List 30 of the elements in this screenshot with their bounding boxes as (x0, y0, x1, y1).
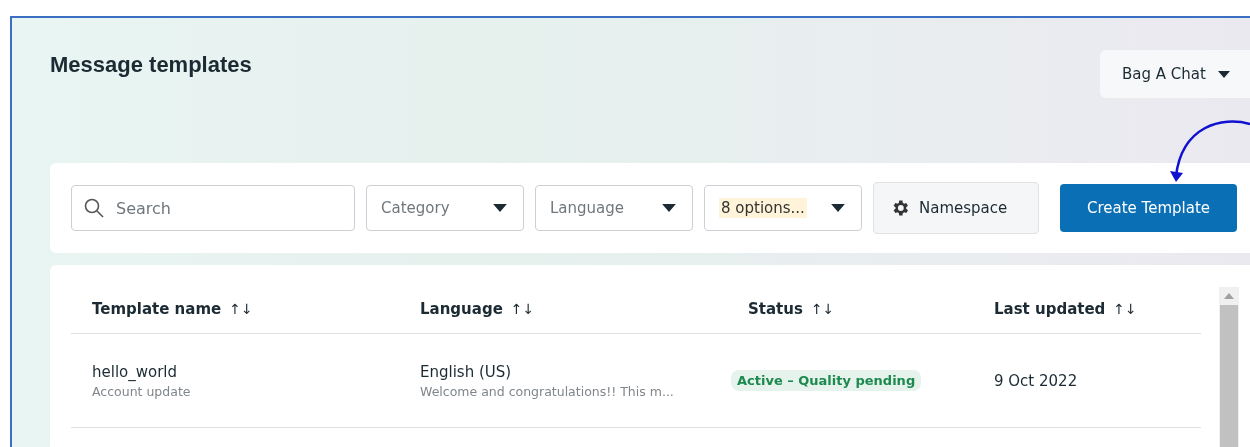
sort-icon[interactable]: ↑↓ (810, 301, 835, 317)
column-header[interactable]: Template name (92, 300, 222, 318)
scrollbar-thumb[interactable] (1220, 305, 1238, 447)
last-updated: 9 Oct 2022 (994, 371, 1079, 390)
caret-icon (831, 204, 845, 212)
column-header[interactable]: Language (420, 300, 503, 318)
caret-icon (662, 204, 676, 212)
filter-dropdown[interactable]: Category (366, 185, 524, 231)
scrollbar[interactable] (1219, 287, 1239, 447)
template-preview: Welcome and congratulations!! This m... (420, 383, 675, 399)
page-title: Message templates (50, 52, 252, 78)
template-language: English (US) (420, 362, 513, 381)
status-badge: Active – Quality pending (731, 370, 922, 391)
search-field[interactable]: Search (71, 185, 355, 231)
template-name: hello_world (92, 362, 179, 381)
column-header[interactable]: Status (748, 300, 803, 318)
create-template-button[interactable]: Create Template (1060, 184, 1237, 232)
sort-icon[interactable]: ↑↓ (229, 301, 253, 317)
namespace-button[interactable]: Namespace (873, 182, 1039, 234)
caret-icon (493, 204, 507, 212)
template-category: Account update (92, 383, 192, 399)
filter-dropdown[interactable]: Language (535, 185, 693, 231)
sort-icon[interactable]: ↑↓ (1113, 301, 1137, 317)
caret-icon (1217, 70, 1230, 78)
filter-dropdown[interactable]: 8 options... (704, 185, 862, 231)
column-header[interactable]: Last updated (994, 300, 1106, 318)
scroll-up-icon[interactable] (1224, 293, 1234, 299)
sort-icon[interactable]: ↑↓ (510, 301, 535, 317)
account-dropdown[interactable]: Bag A Chat (1100, 50, 1250, 98)
search-icon (84, 198, 104, 218)
